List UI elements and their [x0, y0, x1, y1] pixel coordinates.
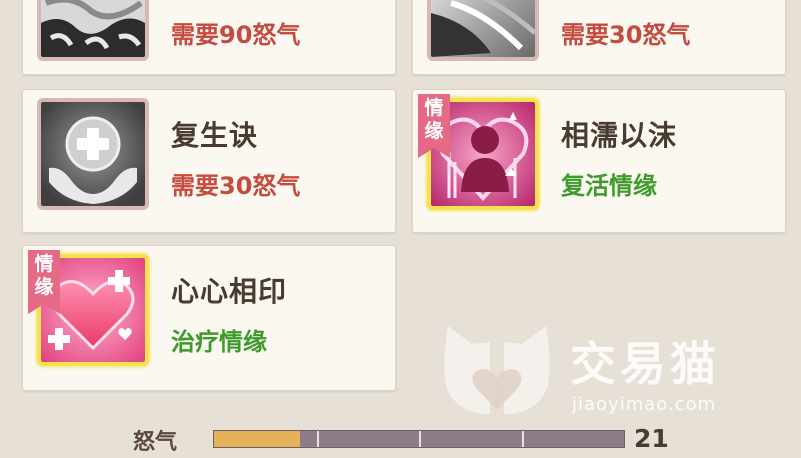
skill-requirement: 需要30怒气	[561, 21, 691, 49]
feather-wing-skill-icon	[427, 0, 539, 61]
skill-card-xiangruyimo[interactable]: 情 缘 相濡以沫 复活情缘	[412, 89, 786, 233]
skill-requirement: 复活情缘	[561, 172, 657, 200]
rage-segment-divider	[419, 431, 421, 447]
rage-segment-divider	[522, 431, 524, 447]
rage-label: 怒气	[133, 430, 178, 455]
skill-title: 心心相印	[171, 275, 288, 308]
watermark: 交易猫 jiaoyimao.com	[438, 322, 748, 422]
skill-title: 复生诀	[171, 119, 259, 152]
bond-badge-label: 情 缘	[424, 97, 444, 142]
revive-hands-cross-icon	[37, 98, 149, 210]
skill-requirement: 治疗情缘	[171, 328, 267, 356]
skill-card-fushengjue[interactable]: 复生诀 需要30怒气	[22, 89, 396, 233]
bond-badge: 情 缘	[418, 94, 450, 158]
cat-logo-icon	[444, 326, 550, 414]
skill-card-feather[interactable]: 需要30怒气	[412, 0, 786, 75]
rage-segment-divider	[317, 431, 319, 447]
watermark-title: 交易猫	[570, 337, 720, 391]
skill-card-tiger[interactable]: 需要90怒气	[22, 0, 396, 75]
rage-progress-bar	[213, 430, 625, 448]
skill-card-xinxinxiangyin[interactable]: 情 缘 心心相印 治疗情缘	[22, 245, 396, 391]
rage-fill	[214, 431, 300, 447]
rage-value: 21	[634, 424, 669, 453]
bond-badge: 情 缘	[28, 250, 60, 314]
skill-requirement: 需要30怒气	[171, 172, 301, 200]
skill-requirement: 需要90怒气	[171, 21, 301, 49]
watermark-url: jiaoyimao.com	[572, 394, 717, 415]
skill-title: 相濡以沫	[561, 119, 678, 152]
tiger-stripe-skill-icon	[37, 0, 149, 61]
bond-badge-label: 情 缘	[34, 253, 54, 298]
